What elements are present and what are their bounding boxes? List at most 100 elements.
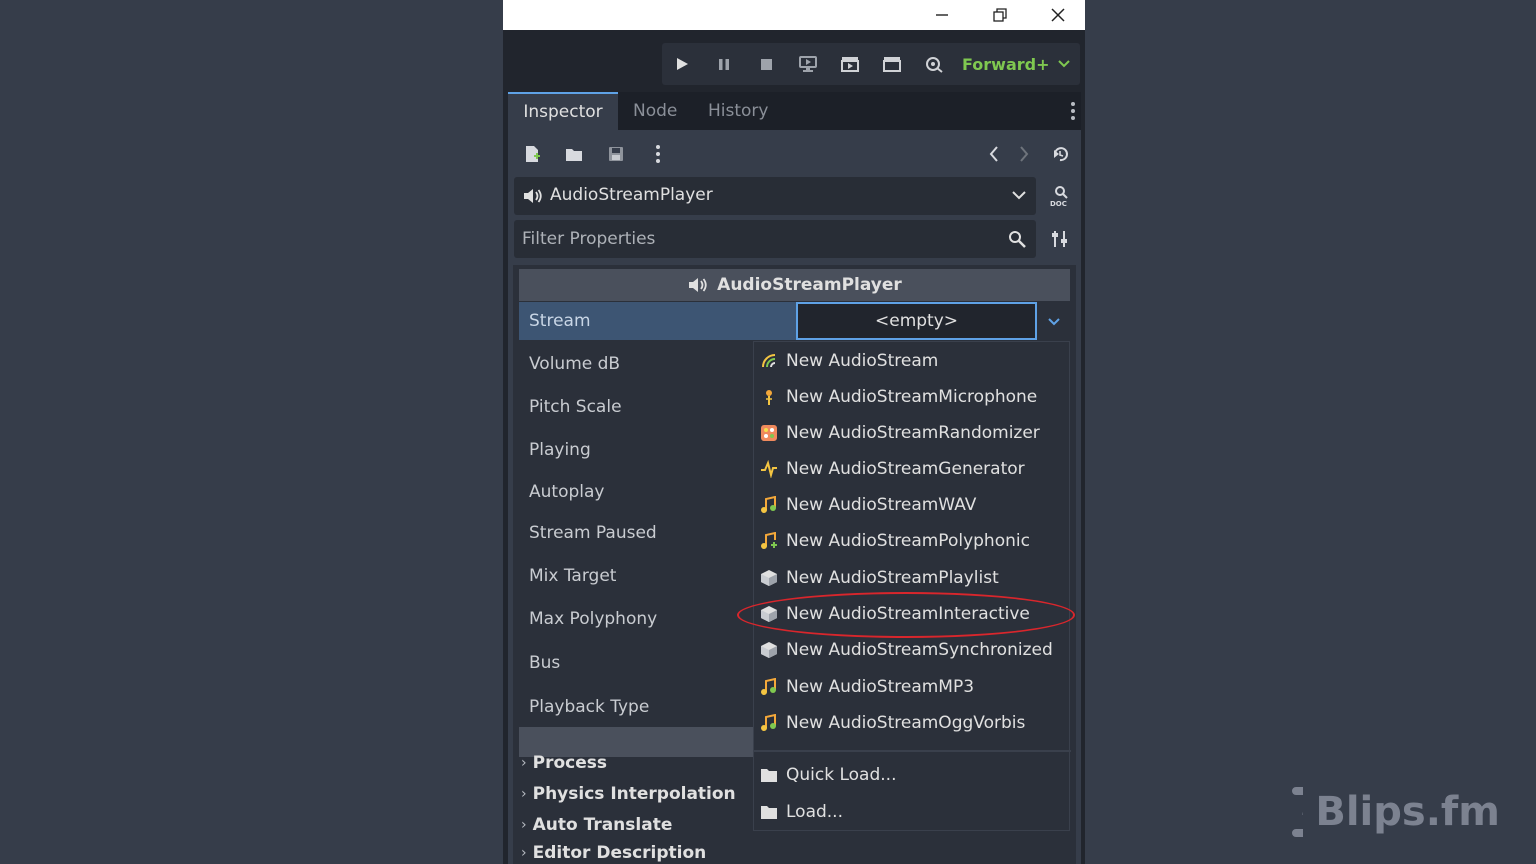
new-resource-button[interactable] xyxy=(518,140,546,168)
movie-maker-button[interactable] xyxy=(835,50,865,78)
menu-item-label: Quick Load... xyxy=(786,765,897,785)
chevron-right-icon: › xyxy=(521,845,527,861)
close-button[interactable] xyxy=(1029,0,1085,30)
group-physics-interpolation[interactable]: › Physics Interpolation xyxy=(521,784,736,804)
property-stream-paused[interactable]: Stream Paused xyxy=(519,514,759,552)
movie-maker-alt-button[interactable] xyxy=(877,50,907,78)
menu-item-new-audiostreamrandomizer[interactable]: New AudioStreamRandomizer xyxy=(760,416,1066,450)
save-resource-button[interactable] xyxy=(602,140,630,168)
restore-icon xyxy=(993,8,1007,22)
chevron-right-icon: › xyxy=(521,786,527,802)
group-label: Editor Description xyxy=(532,843,707,863)
property-stream[interactable]: Stream xyxy=(519,302,799,340)
resource-menu-button[interactable] xyxy=(644,140,672,168)
minimize-icon xyxy=(936,14,948,16)
menu-item-load[interactable]: Load... xyxy=(760,795,1066,829)
menu-item-new-audiostreamsynchronized[interactable]: New AudioStreamSynchronized xyxy=(760,633,1066,667)
section-header[interactable]: AudioStreamPlayer xyxy=(519,269,1070,301)
filter-placeholder: Filter Properties xyxy=(522,229,656,249)
chevron-right-icon: › xyxy=(521,755,527,771)
object-name: AudioStreamPlayer xyxy=(550,185,713,205)
new-resource-icon xyxy=(526,146,540,162)
cube-icon xyxy=(761,642,777,658)
tab-node-label: Node xyxy=(633,101,678,121)
group-auto-translate[interactable]: › Auto Translate xyxy=(521,815,672,835)
tab-history[interactable]: History xyxy=(708,92,768,130)
tab-history-label: History xyxy=(708,101,769,121)
property-playback-type[interactable]: Playback Type xyxy=(519,688,759,726)
group-label: Auto Translate xyxy=(532,815,673,835)
stream-dropdown-button[interactable] xyxy=(1042,311,1066,333)
folder-open-icon xyxy=(566,149,582,161)
history-button[interactable] xyxy=(1046,140,1074,168)
remote-debug-button[interactable] xyxy=(793,50,823,78)
menu-separator xyxy=(754,750,1071,752)
dock-menu-button[interactable] xyxy=(1069,100,1077,122)
menu-item-new-audiostreampolyphonic[interactable]: New AudioStreamPolyphonic xyxy=(760,524,1066,558)
filter-properties-input[interactable]: Filter Properties xyxy=(514,220,1036,258)
tab-node[interactable]: Node xyxy=(633,92,677,130)
menu-item-new-audiostreamwav[interactable]: New AudioStreamWAV xyxy=(760,488,1066,522)
stream-value-field[interactable]: <empty> xyxy=(796,302,1037,340)
pause-button[interactable] xyxy=(709,50,739,78)
play-icon xyxy=(677,58,688,70)
menu-item-new-audiostreammicrophone[interactable]: New AudioStreamMicrophone xyxy=(760,380,1066,414)
menu-item-label: New AudioStream xyxy=(786,351,939,371)
property-volume-db[interactable]: Volume dB xyxy=(519,345,759,383)
property-label: Autoplay xyxy=(529,482,605,502)
property-bus[interactable]: Bus xyxy=(519,644,759,682)
property-mix-target[interactable]: Mix Target xyxy=(519,557,759,595)
object-selector[interactable]: AudioStreamPlayer xyxy=(514,177,1036,215)
stop-icon xyxy=(761,59,772,70)
property-label: Playback Type xyxy=(529,697,650,717)
property-label: Bus xyxy=(529,653,561,673)
title-bar xyxy=(503,0,1085,30)
menu-item-new-audiostreamgenerator[interactable]: New AudioStreamGenerator xyxy=(760,452,1066,486)
chevron-down-icon xyxy=(1012,191,1026,200)
menu-item-new-audiostream[interactable]: New AudioStream xyxy=(760,344,1066,378)
audiostream-icon xyxy=(762,354,776,368)
menu-item-label: New AudioStreamPolyphonic xyxy=(786,531,1030,551)
svg-text:DOC: DOC xyxy=(1050,200,1067,207)
polyphonic-icon xyxy=(761,532,777,549)
open-docs-button[interactable]: DOC xyxy=(1046,182,1074,210)
stop-button[interactable] xyxy=(751,50,781,78)
stream-resource-menu: New AudioStream New AudioStreamMicrophon… xyxy=(753,341,1071,831)
movie-maker-icon xyxy=(841,57,859,72)
tab-inspector[interactable]: Inspector xyxy=(508,92,618,130)
tools-icon xyxy=(1052,231,1067,247)
group-process[interactable]: › Process xyxy=(521,753,607,773)
history-back-button[interactable] xyxy=(980,140,1008,168)
blips-logo-icon xyxy=(1292,787,1304,837)
group-editor-description[interactable]: › Editor Description xyxy=(521,843,706,863)
menu-item-label: New AudioStreamMP3 xyxy=(786,677,975,697)
randomizer-icon xyxy=(761,425,777,441)
minimize-button[interactable] xyxy=(913,0,971,30)
ogg-icon xyxy=(761,714,776,731)
debug-button[interactable] xyxy=(919,50,949,78)
play-button[interactable] xyxy=(667,50,697,78)
inspector-tools-button[interactable] xyxy=(1046,225,1074,253)
movie-maker-alt-icon xyxy=(883,57,901,72)
more-vertical-icon xyxy=(656,145,660,163)
history-forward-button[interactable] xyxy=(1010,140,1038,168)
save-icon xyxy=(609,147,623,161)
menu-item-new-audiostreammp3[interactable]: New AudioStreamMP3 xyxy=(760,670,1066,704)
restore-button[interactable] xyxy=(971,0,1029,30)
property-label: Stream xyxy=(529,311,591,331)
property-pitch-scale[interactable]: Pitch Scale xyxy=(519,388,759,426)
menu-item-quick-load[interactable]: Quick Load... xyxy=(760,758,1066,792)
close-icon xyxy=(1051,8,1065,22)
property-playing[interactable]: Playing xyxy=(519,431,759,469)
wav-icon xyxy=(761,496,776,513)
pause-icon xyxy=(719,59,729,70)
menu-item-new-audiostreamoggvorbis[interactable]: New AudioStreamOggVorbis xyxy=(760,706,1066,740)
renderer-select[interactable]: Forward+ xyxy=(962,51,1070,77)
menu-item-new-audiostreamplaylist[interactable]: New AudioStreamPlaylist xyxy=(760,561,1066,595)
microphone-icon xyxy=(766,390,772,405)
menu-item-label: New AudioStreamRandomizer xyxy=(786,423,1040,443)
docs-icon: DOC xyxy=(1050,186,1068,207)
property-autoplay[interactable]: Autoplay xyxy=(519,473,759,511)
open-resource-button[interactable] xyxy=(560,140,588,168)
property-max-polyphony[interactable]: Max Polyphony xyxy=(519,600,759,638)
